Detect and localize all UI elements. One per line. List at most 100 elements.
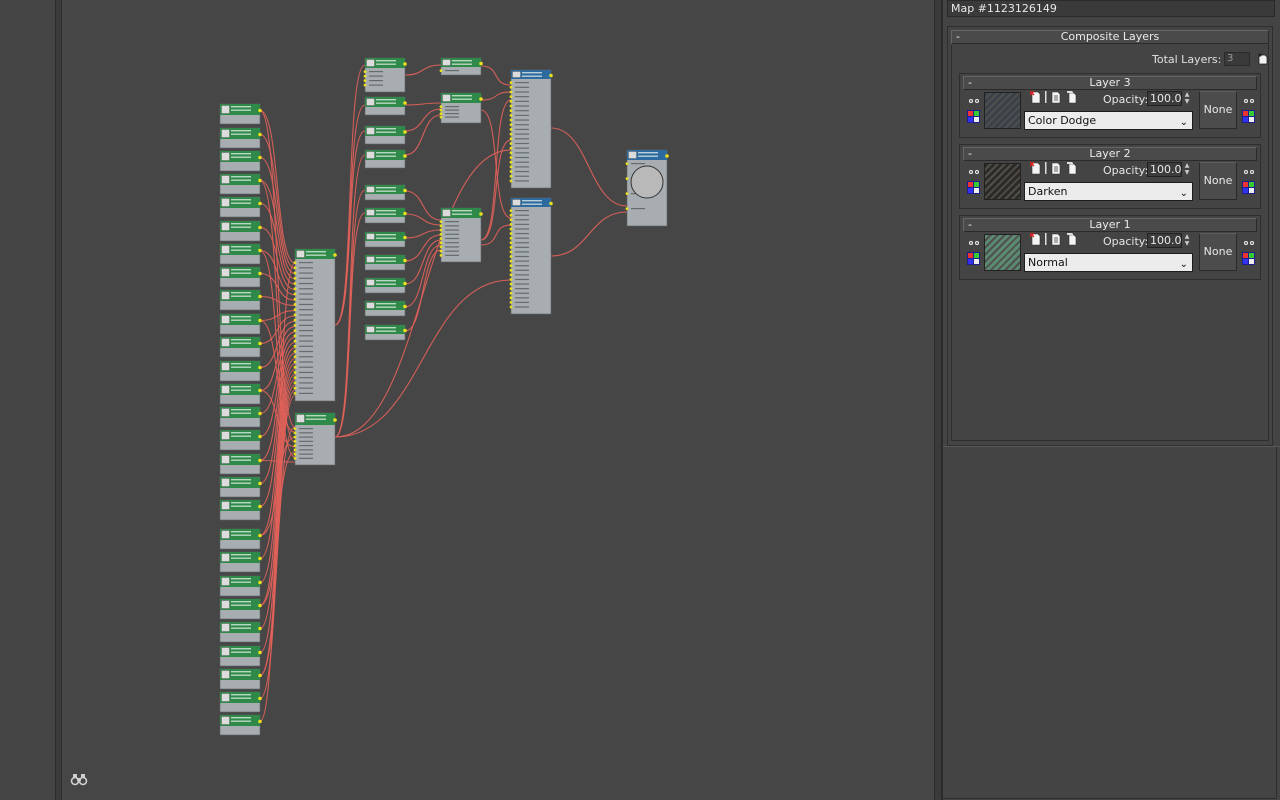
bitmap-node[interactable] <box>219 127 262 149</box>
bitmap-node[interactable] <box>219 220 262 242</box>
visibility-icon[interactable] <box>968 240 980 246</box>
bitmap-node[interactable] <box>219 429 262 451</box>
bitmap-node[interactable] <box>219 551 262 573</box>
mask-visibility-icon[interactable] <box>1243 98 1255 104</box>
bitmap-node[interactable] <box>219 383 262 405</box>
opacity-spinner-field[interactable]: 100.0 <box>1147 162 1182 177</box>
layer-header[interactable]: - Layer 2 <box>963 147 1257 161</box>
vray-material-node-2[interactable] <box>509 197 553 315</box>
layered-multi-output-node[interactable] <box>293 412 337 466</box>
map-name-field[interactable]: Map #1123126149 <box>947 0 1275 17</box>
mask-none-button[interactable]: None <box>1199 233 1237 271</box>
layer-actions-icons[interactable] <box>1030 161 1086 175</box>
bitmap-node[interactable] <box>219 453 262 475</box>
vray-material-node-1[interactable] <box>509 69 553 189</box>
composite-map-node-2[interactable] <box>439 207 483 263</box>
map-node-mid[interactable] <box>364 254 407 271</box>
bitmap-node[interactable] <box>219 621 262 643</box>
color-correct-icon[interactable] <box>967 181 980 194</box>
color-correct-icon[interactable] <box>967 252 980 265</box>
bitmap-node[interactable] <box>219 528 262 550</box>
bitmap-node[interactable] <box>219 714 262 736</box>
total-layers-field: 3 <box>1224 52 1250 66</box>
bitmap-node[interactable] <box>219 150 262 172</box>
mask-color-correct-icon[interactable] <box>1242 110 1255 123</box>
bitmap-node[interactable] <box>219 499 262 521</box>
layer-header[interactable]: - Layer 3 <box>963 76 1257 90</box>
opacity-spinner-field[interactable]: 100.0 <box>1147 233 1182 248</box>
map-node-mid[interactable] <box>364 277 407 294</box>
bitmap-node[interactable] <box>219 645 262 667</box>
opacity-spinner-arrows[interactable]: ▲ ▼ <box>1183 162 1191 177</box>
bitmap-node[interactable] <box>219 313 262 335</box>
opacity-spinner-arrows[interactable]: ▲ ▼ <box>1183 233 1191 248</box>
bitmap-node[interactable] <box>219 243 262 265</box>
layer-actions-icons[interactable] <box>1030 90 1086 104</box>
bitmap-node-mid[interactable] <box>364 149 407 169</box>
layer-header[interactable]: - Layer 1 <box>963 218 1257 232</box>
layer-actions-icons[interactable] <box>1030 232 1086 246</box>
bitmap-node[interactable] <box>219 598 262 620</box>
bitmap-node[interactable] <box>219 336 262 358</box>
blend-mode-dropdown[interactable]: Normal ⌄ <box>1024 253 1193 272</box>
bitmap-node[interactable] <box>219 266 262 288</box>
layer-collapse-toggle[interactable]: - <box>968 148 972 160</box>
multi-output-map-node[interactable] <box>293 248 337 402</box>
composite-map-node[interactable] <box>363 57 407 93</box>
opacity-label: Opacity: <box>1103 93 1149 106</box>
bitmap-node-mid[interactable] <box>364 125 407 145</box>
total-layers-label: Total Layers: <box>1152 53 1222 66</box>
node-graph-canvas[interactable] <box>62 0 934 800</box>
opacity-spinner-field[interactable]: 100.0 <box>1147 91 1182 106</box>
bitmap-node[interactable] <box>219 103 262 125</box>
color-correction-node[interactable] <box>439 57 483 76</box>
map-node-mid[interactable] <box>364 300 407 317</box>
blend-mode-dropdown[interactable]: Darken ⌄ <box>1024 182 1193 201</box>
bitmap-node[interactable] <box>219 691 262 713</box>
map-node-mid[interactable] <box>364 207 407 224</box>
mask-color-correct-icon[interactable] <box>1242 181 1255 194</box>
multi-sub-map-node[interactable] <box>439 92 483 124</box>
layer-texture-thumbnail[interactable] <box>984 163 1021 200</box>
layer-title: Layer 3 <box>1089 76 1131 89</box>
bitmap-node[interactable] <box>219 406 262 428</box>
bitmap-node[interactable] <box>219 360 262 382</box>
bitmap-node[interactable] <box>219 476 262 498</box>
mask-visibility-icon[interactable] <box>1243 240 1255 246</box>
wire <box>404 190 442 221</box>
bitmap-node[interactable] <box>219 196 262 218</box>
collapse-toggle[interactable]: - <box>956 31 960 43</box>
map-node-mid[interactable] <box>364 184 407 201</box>
map-node-mid[interactable] <box>364 324 407 341</box>
layer-collapse-toggle[interactable]: - <box>968 77 972 89</box>
mask-none-button[interactable]: None <box>1199 91 1237 129</box>
wire <box>404 102 442 106</box>
slate-editor-window: Map #1123126149 - Composite Layers Total… <box>0 0 1280 800</box>
visibility-icon[interactable] <box>968 98 980 104</box>
left-panel-divider[interactable] <box>55 0 62 800</box>
bitmap-node-mid[interactable] <box>364 96 407 116</box>
bitmap-node[interactable] <box>219 668 262 690</box>
layer-collapse-toggle[interactable]: - <box>968 219 972 231</box>
mask-color-correct-icon[interactable] <box>1242 252 1255 265</box>
mask-visibility-icon[interactable] <box>1243 169 1255 175</box>
add-layer-icon[interactable] <box>1257 52 1269 65</box>
map-node-mid[interactable] <box>364 231 407 248</box>
composite-layers-rollout-header[interactable]: - Composite Layers <box>951 30 1269 44</box>
mask-none-button[interactable]: None <box>1199 162 1237 200</box>
wire <box>259 133 296 269</box>
color-correct-icon[interactable] <box>967 110 980 123</box>
layer-rollout-3: - Layer 3 Opacity: 100.0 ▲ ▼ Color Dodge ⌄… <box>959 73 1261 138</box>
layer-texture-thumbnail[interactable] <box>984 92 1021 129</box>
wire <box>404 234 442 262</box>
opacity-spinner-arrows[interactable]: ▲ ▼ <box>1183 91 1191 106</box>
node-view[interactable] <box>62 0 934 800</box>
layer-texture-thumbnail[interactable] <box>984 234 1021 271</box>
bitmap-node[interactable] <box>219 575 262 597</box>
bitmap-node[interactable] <box>219 289 262 311</box>
bitmap-node[interactable] <box>219 173 262 195</box>
panel-splitter[interactable] <box>934 0 942 800</box>
visibility-icon[interactable] <box>968 169 980 175</box>
blend-mode-dropdown[interactable]: Color Dodge ⌄ <box>1024 111 1193 130</box>
find-icon[interactable] <box>70 772 88 790</box>
